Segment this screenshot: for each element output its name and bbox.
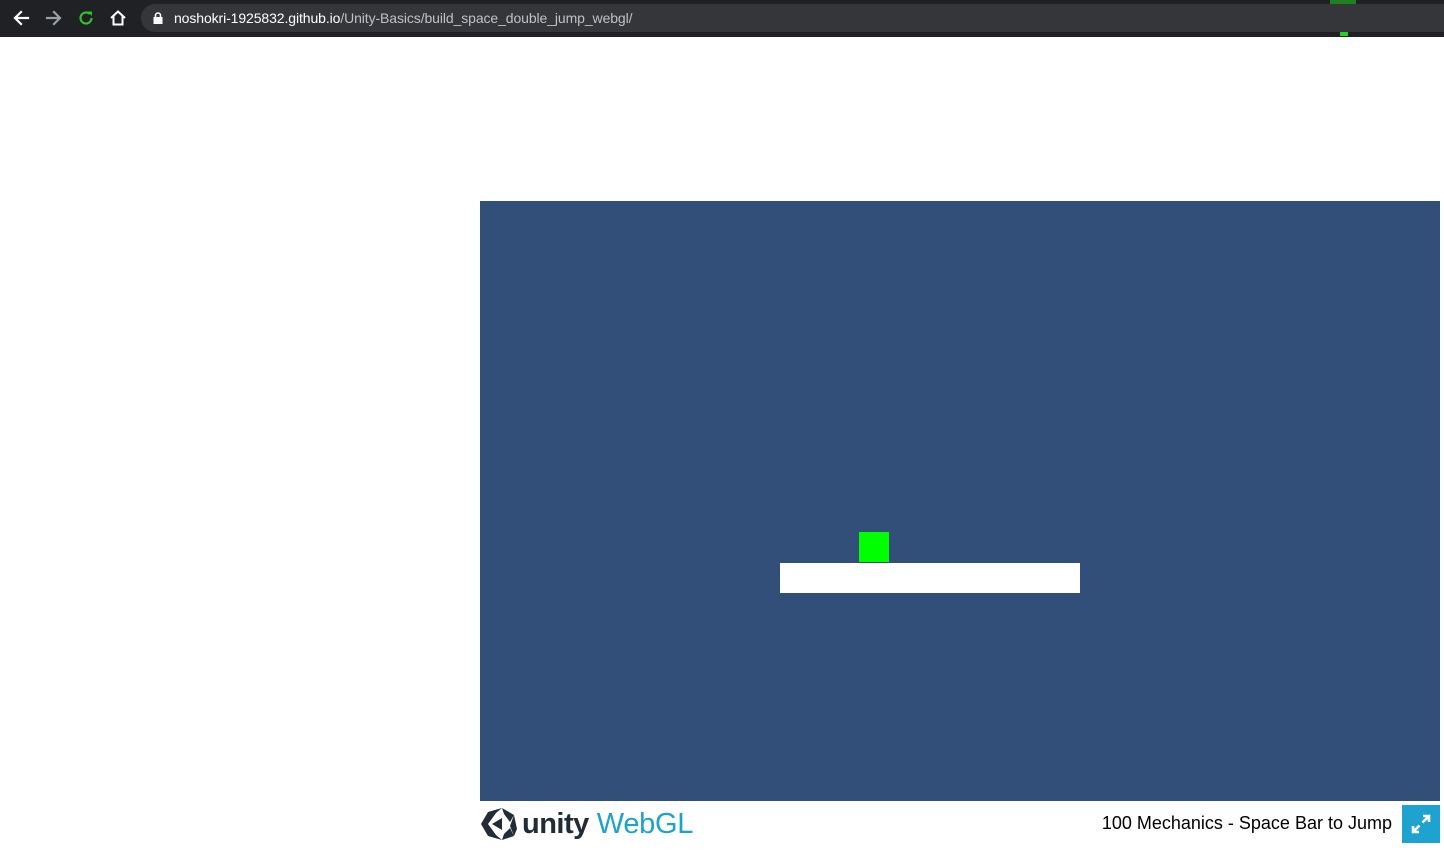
forward-button[interactable] (42, 6, 66, 30)
unity-cube-icon (481, 808, 517, 840)
webgl-wordmark: WebGL (596, 807, 694, 840)
white-platform (780, 563, 1080, 593)
arrow-right-icon (45, 10, 62, 26)
browser-toolbar: noshokri-1925832.github.io/Unity-Basics/… (0, 0, 1444, 37)
home-icon (110, 10, 126, 26)
url-path: /Unity-Basics/build_space_double_jump_we… (340, 10, 633, 26)
lock-icon (152, 11, 164, 25)
webgl-footer: unity WebGL 100 Mechanics - Space Bar to… (480, 801, 1440, 845)
url-text[interactable]: noshokri-1925832.github.io/Unity-Basics/… (174, 10, 633, 26)
fullscreen-icon (1411, 814, 1431, 834)
arrow-left-icon (13, 10, 30, 26)
fullscreen-button[interactable] (1402, 805, 1440, 843)
url-host: noshokri-1925832.github.io (174, 10, 341, 26)
green-player-square (859, 532, 889, 562)
home-button[interactable] (106, 6, 130, 30)
unity-game-canvas[interactable] (480, 201, 1440, 801)
unity-webgl-logo: unity WebGL (480, 805, 693, 843)
window-edge-highlight-small (1340, 32, 1348, 36)
reload-icon (79, 11, 93, 25)
unity-wordmark: unity (522, 807, 589, 840)
address-bar[interactable]: noshokri-1925832.github.io/Unity-Basics/… (141, 4, 1444, 32)
back-button[interactable] (9, 6, 33, 30)
reload-button[interactable] (74, 6, 98, 30)
game-title: 100 Mechanics - Space Bar to Jump (1101, 813, 1392, 833)
